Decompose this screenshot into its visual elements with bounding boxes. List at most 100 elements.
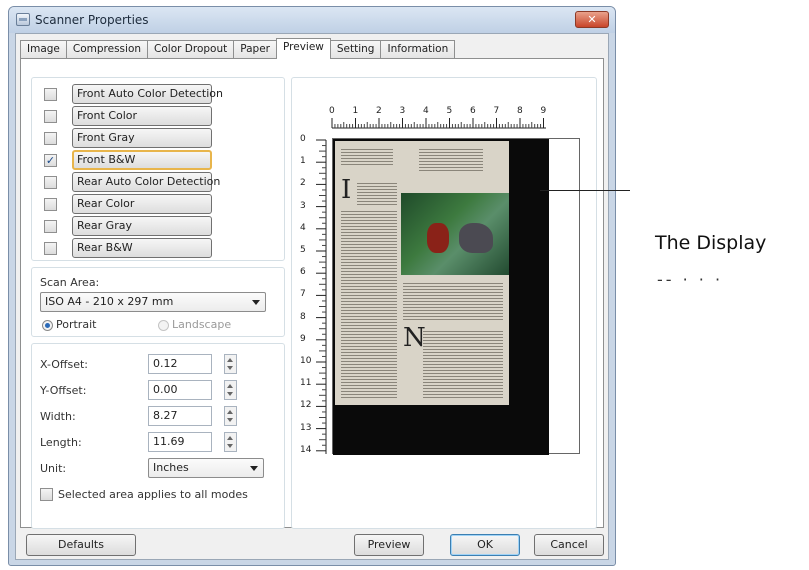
ruler-top-number: 6: [470, 106, 476, 116]
ruler-left-number: 6: [300, 267, 306, 278]
mode-button[interactable]: Front B&W: [72, 150, 212, 170]
page-text-block: [403, 281, 503, 321]
unit-select[interactable]: Inches: [148, 458, 264, 478]
ruler-left-number: 0: [300, 134, 306, 144]
ruler-top-number: 3: [399, 106, 406, 116]
y-offset-spinner[interactable]: [224, 380, 237, 400]
y-offset-input[interactable]: 0.00: [148, 380, 212, 400]
tab-image[interactable]: Image: [20, 40, 67, 58]
tab-strip: Image Compression Color Dropout Paper Previe…: [20, 38, 456, 59]
ruler-left-number: 10: [300, 356, 312, 366]
scanner-properties-window: Scanner Properties ✕ Image Compression Col…: [8, 6, 616, 566]
chevron-down-icon: [250, 466, 258, 471]
width-label: Width:: [40, 410, 76, 423]
mode-checkbox[interactable]: [44, 88, 57, 101]
page-text-block: [341, 209, 397, 399]
length-spinner[interactable]: [224, 432, 237, 452]
ruler-top-number: 9: [540, 106, 547, 116]
scanned-background: I N: [333, 139, 549, 455]
page-text-block: [357, 181, 397, 205]
mode-checkbox[interactable]: [44, 242, 57, 255]
scanned-page-image: I N: [335, 141, 509, 405]
mode-checkbox[interactable]: ✓: [44, 154, 57, 167]
window-title: Scanner Properties: [35, 13, 149, 27]
mode-checkbox[interactable]: [44, 132, 57, 145]
callout-label-cutoff: -- · · ·: [657, 270, 724, 289]
tab-compression[interactable]: Compression: [65, 40, 149, 58]
page-drop-cap: I: [341, 175, 352, 205]
x-offset-spinner[interactable]: [224, 354, 237, 374]
apply-all-checkbox[interactable]: [40, 488, 53, 501]
portrait-radio[interactable]: [42, 320, 53, 331]
title-bar: Scanner Properties ✕: [9, 7, 615, 33]
dialog-client: Image Compression Color Dropout Paper Previe…: [15, 33, 609, 560]
ruler-left-number: 11: [300, 378, 312, 389]
ruler-top-number: 8: [517, 106, 523, 116]
callout-leader-line: [540, 190, 630, 191]
apply-all-label: Selected area applies to all modes: [58, 488, 248, 501]
size-offset-group: X-Offset: 0.12 Y-Offset: 0.00 Width: 8.2…: [31, 343, 285, 529]
tab-setting[interactable]: Setting: [329, 40, 382, 58]
page-text-block: [423, 329, 503, 399]
tab-preview[interactable]: Preview: [276, 38, 331, 59]
ruler-left-number: 1: [300, 156, 306, 167]
mode-checkbox[interactable]: [44, 176, 57, 189]
scan-area-canvas[interactable]: I N: [332, 138, 580, 455]
mode-button[interactable]: Rear B&W: [72, 238, 212, 258]
mode-button[interactable]: Front Auto Color Detection: [72, 84, 223, 104]
tab-paper[interactable]: Paper: [233, 40, 277, 58]
scan-area-group: Scan Area: ISO A4 - 210 x 297 mm Portrai…: [31, 267, 285, 337]
unit-label: Unit:: [40, 462, 67, 475]
mode-checkbox[interactable]: [44, 110, 57, 123]
preview-button[interactable]: Preview: [354, 534, 424, 556]
mode-group: Front Auto Color Detection Front Color Fro…: [31, 77, 285, 261]
chevron-down-icon: [252, 300, 260, 305]
defaults-button[interactable]: Defaults: [26, 534, 136, 556]
tab-information[interactable]: Information: [380, 40, 456, 58]
ruler-left-number: 8: [300, 311, 306, 322]
ruler-top-number: 2: [376, 106, 382, 116]
portrait-label: Portrait: [56, 318, 97, 331]
photo-figure: [459, 223, 493, 253]
preview-tab-panel: Front Auto Color Detection Front Color Fro…: [20, 58, 604, 529]
mode-button[interactable]: Rear Gray: [72, 216, 212, 236]
mode-checkbox[interactable]: [44, 198, 57, 211]
ruler-left-number: 5: [300, 245, 306, 255]
ruler-left-number: 4: [300, 222, 306, 233]
page-photo: [401, 193, 509, 275]
mode-button[interactable]: Front Color: [72, 106, 212, 126]
ruler-horizontal: 0 1 2 3 4 5 6 7 8 9: [318, 106, 546, 130]
page-text-block: [419, 147, 483, 173]
mode-button[interactable]: Front Gray: [72, 128, 212, 148]
width-input[interactable]: 8.27: [148, 406, 212, 426]
width-spinner[interactable]: [224, 406, 237, 426]
preview-display-window: 0123456789 0 1 2 3 4 5 6 7 8 9 10 11 12 13 14 I: [291, 77, 597, 529]
mode-button[interactable]: Rear Auto Color Detection: [72, 172, 220, 192]
mode-checkbox[interactable]: [44, 220, 57, 233]
x-offset-label: X-Offset:: [40, 358, 89, 371]
landscape-radio[interactable]: [158, 320, 169, 331]
unit-value: Inches: [153, 461, 189, 474]
ruler-left-number: 7: [300, 289, 306, 300]
ruler-left-number: 14: [300, 444, 312, 455]
tab-color-dropout[interactable]: Color Dropout: [147, 40, 235, 58]
scanner-app-icon: [16, 13, 30, 26]
cancel-button[interactable]: Cancel: [534, 534, 604, 556]
close-button[interactable]: ✕: [575, 11, 609, 28]
ok-button[interactable]: OK: [450, 534, 520, 556]
landscape-label: Landscape: [172, 318, 232, 331]
page-text-block: [341, 147, 393, 167]
callout-label: The Display: [655, 232, 767, 254]
ruler-left-number: 2: [300, 178, 306, 189]
mode-button[interactable]: Rear Color: [72, 194, 212, 214]
ruler-left-number: 12: [300, 400, 312, 411]
scan-area-value: ISO A4 - 210 x 297 mm: [45, 295, 174, 308]
ruler-top-number: 7: [493, 106, 500, 116]
scan-area-select[interactable]: ISO A4 - 210 x 297 mm: [40, 292, 266, 312]
x-offset-input[interactable]: 0.12: [148, 354, 212, 374]
y-offset-label: Y-Offset:: [40, 384, 87, 397]
photo-figure: [427, 223, 449, 253]
length-input[interactable]: 11.69: [148, 432, 212, 452]
length-label: Length:: [40, 436, 82, 449]
ruler-left-number: 3: [300, 200, 306, 211]
